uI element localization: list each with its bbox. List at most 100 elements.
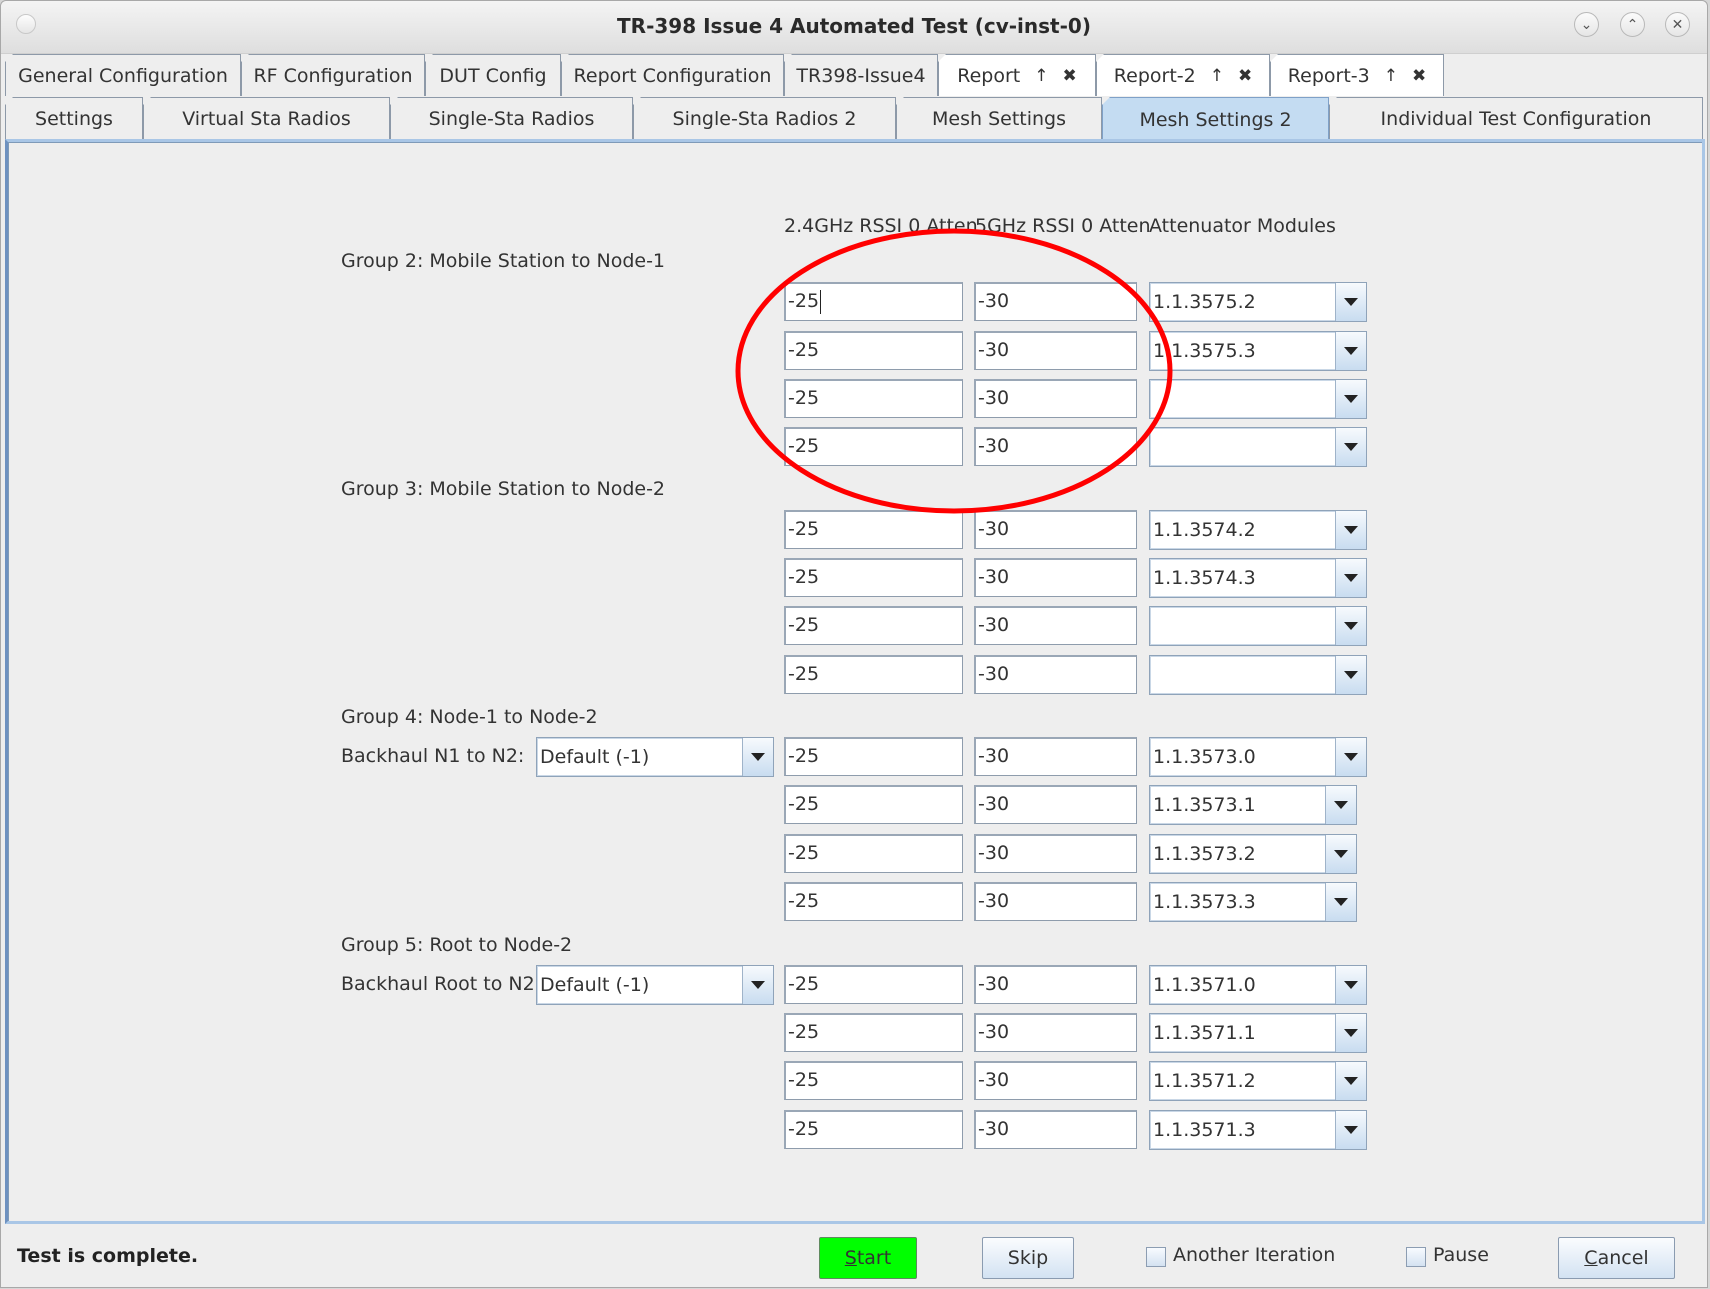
detach-icon[interactable]: ↑: [1210, 66, 1224, 86]
rssi-24ghz-input[interactable]: -25: [784, 510, 963, 549]
tab-settings[interactable]: Settings: [5, 97, 143, 139]
rssi-24ghz-input[interactable]: -25: [784, 1061, 963, 1100]
backhaul-select[interactable]: Default (-1): [536, 965, 774, 1005]
attenuator-module-select[interactable]: 1.1.3575.3: [1149, 331, 1367, 371]
dropdown-button[interactable]: [1335, 738, 1366, 776]
tab-tr398-issue4[interactable]: TR398-Issue4: [784, 54, 938, 96]
detach-icon[interactable]: ↑: [1384, 66, 1398, 86]
dropdown-button[interactable]: [742, 738, 773, 776]
rssi-5ghz-input[interactable]: -30: [974, 282, 1137, 321]
attenuator-module-select[interactable]: 1.1.3574.2: [1149, 510, 1367, 550]
rssi-24ghz-input[interactable]: -25: [784, 1110, 963, 1149]
rssi-5ghz-input[interactable]: -30: [974, 1013, 1137, 1052]
close-tab-icon[interactable]: ✖: [1412, 66, 1426, 86]
attenuator-module-select[interactable]: 1.1.3573.1: [1149, 785, 1357, 825]
tab-dut-config[interactable]: DUT Config: [425, 54, 561, 96]
tab-mesh-settings-2[interactable]: Mesh Settings 2: [1102, 97, 1329, 141]
tab-report-3[interactable]: Report-3 ↑ ✖: [1270, 54, 1444, 96]
cancel-button[interactable]: Cancel: [1558, 1237, 1675, 1279]
start-label: tart: [856, 1247, 892, 1269]
rssi-5ghz-input[interactable]: -30: [974, 427, 1137, 466]
attenuator-module-select[interactable]: 1.1.3571.3: [1149, 1110, 1367, 1150]
tab-report-configuration[interactable]: Report Configuration: [561, 54, 784, 96]
rssi-5ghz-input[interactable]: -30: [974, 331, 1137, 370]
rssi-24ghz-input[interactable]: -25: [784, 558, 963, 597]
minimize-button[interactable]: ⌄: [1574, 12, 1599, 37]
attenuator-module-select[interactable]: 1.1.3571.1: [1149, 1013, 1367, 1053]
attenuator-module-select[interactable]: 1.1.3575.2: [1149, 282, 1367, 322]
dropdown-button[interactable]: [1335, 380, 1366, 418]
rssi-24ghz-input[interactable]: -25: [784, 606, 963, 645]
close-button[interactable]: ✕: [1665, 12, 1690, 37]
tab-individual-test-configuration[interactable]: Individual Test Configuration: [1329, 97, 1703, 139]
tab-rf-configuration[interactable]: RF Configuration: [241, 54, 425, 96]
dropdown-button[interactable]: [1335, 283, 1366, 321]
backhaul-select[interactable]: Default (-1): [536, 737, 774, 777]
rssi-5ghz-input[interactable]: -30: [974, 834, 1137, 873]
rssi-24ghz-input[interactable]: -25: [784, 379, 963, 418]
start-button[interactable]: Start: [819, 1237, 917, 1279]
tab-mesh-settings[interactable]: Mesh Settings: [896, 97, 1102, 139]
attenuator-module-select[interactable]: [1149, 379, 1367, 419]
maximize-button[interactable]: ⌃: [1620, 12, 1645, 37]
chevron-down-icon: [1344, 1077, 1358, 1085]
dropdown-button[interactable]: [1335, 428, 1366, 466]
rssi-24ghz-input[interactable]: -25: [784, 282, 963, 321]
rssi-5ghz-input[interactable]: -30: [974, 655, 1137, 694]
pause-checkbox[interactable]: [1406, 1247, 1426, 1267]
rssi-5ghz-input[interactable]: -30: [974, 965, 1137, 1004]
rssi-5ghz-input[interactable]: -30: [974, 882, 1137, 921]
dropdown-button[interactable]: [1335, 1111, 1366, 1149]
attenuator-module-select[interactable]: [1149, 606, 1367, 646]
attenuator-module-select[interactable]: 1.1.3574.3: [1149, 558, 1367, 598]
rssi-5ghz-input[interactable]: -30: [974, 606, 1137, 645]
dropdown-button[interactable]: [1335, 656, 1366, 694]
dropdown-button[interactable]: [1335, 332, 1366, 370]
close-tab-icon[interactable]: ✖: [1238, 66, 1252, 86]
rssi-5ghz-input[interactable]: -30: [974, 1110, 1137, 1149]
rssi-5ghz-input[interactable]: -30: [974, 737, 1137, 776]
rssi-5ghz-input[interactable]: -30: [974, 785, 1137, 824]
tab-single-sta-radios[interactable]: Single-Sta Radios: [390, 97, 633, 139]
dropdown-button[interactable]: [1325, 835, 1356, 873]
rssi-24ghz-input[interactable]: -25: [784, 834, 963, 873]
rssi-24ghz-input[interactable]: -25: [784, 737, 963, 776]
rssi-24ghz-input[interactable]: -25: [784, 882, 963, 921]
rssi-5ghz-input[interactable]: -30: [974, 510, 1137, 549]
rssi-24ghz-input[interactable]: -25: [784, 785, 963, 824]
rssi-24ghz-input[interactable]: -25: [784, 427, 963, 466]
detach-icon[interactable]: ↑: [1034, 66, 1048, 86]
attenuator-module-select[interactable]: 1.1.3573.3: [1149, 882, 1357, 922]
attenuator-module-select[interactable]: 1.1.3571.2: [1149, 1061, 1367, 1101]
rssi-5ghz-input[interactable]: -30: [974, 558, 1137, 597]
rssi-5ghz-value: -30: [978, 614, 1010, 636]
dropdown-button[interactable]: [1335, 607, 1366, 645]
tab-virtual-sta-radios[interactable]: Virtual Sta Radios: [143, 97, 390, 139]
rssi-24ghz-input[interactable]: -25: [784, 965, 963, 1004]
another-iteration-checkbox[interactable]: [1146, 1247, 1166, 1267]
rssi-24ghz-input[interactable]: -25: [784, 655, 963, 694]
attenuator-module-select[interactable]: [1149, 655, 1367, 695]
rssi-24ghz-input[interactable]: -25: [784, 1013, 963, 1052]
dropdown-button[interactable]: [1335, 511, 1366, 549]
rssi-5ghz-input[interactable]: -30: [974, 379, 1137, 418]
skip-button[interactable]: Skip: [982, 1237, 1074, 1279]
rssi-5ghz-input[interactable]: -30: [974, 1061, 1137, 1100]
attenuator-module-select[interactable]: 1.1.3573.0: [1149, 737, 1367, 777]
dropdown-button[interactable]: [1335, 1062, 1366, 1100]
dropdown-button[interactable]: [1335, 1014, 1366, 1052]
attenuator-module-select[interactable]: 1.1.3571.0: [1149, 965, 1367, 1005]
dropdown-button[interactable]: [1335, 966, 1366, 1004]
dropdown-button[interactable]: [1325, 883, 1356, 921]
attenuator-module-select[interactable]: 1.1.3573.2: [1149, 834, 1357, 874]
tab-single-sta-radios-2[interactable]: Single-Sta Radios 2: [633, 97, 896, 139]
dropdown-button[interactable]: [1325, 786, 1356, 824]
attenuator-module-select[interactable]: [1149, 427, 1367, 467]
tab-general-configuration[interactable]: General Configuration: [5, 54, 241, 96]
rssi-24ghz-input[interactable]: -25: [784, 331, 963, 370]
tab-report-2[interactable]: Report-2 ↑ ✖: [1096, 54, 1270, 96]
tab-report[interactable]: Report ↑ ✖: [938, 54, 1096, 96]
close-tab-icon[interactable]: ✖: [1062, 66, 1076, 86]
dropdown-button[interactable]: [742, 966, 773, 1004]
dropdown-button[interactable]: [1335, 559, 1366, 597]
